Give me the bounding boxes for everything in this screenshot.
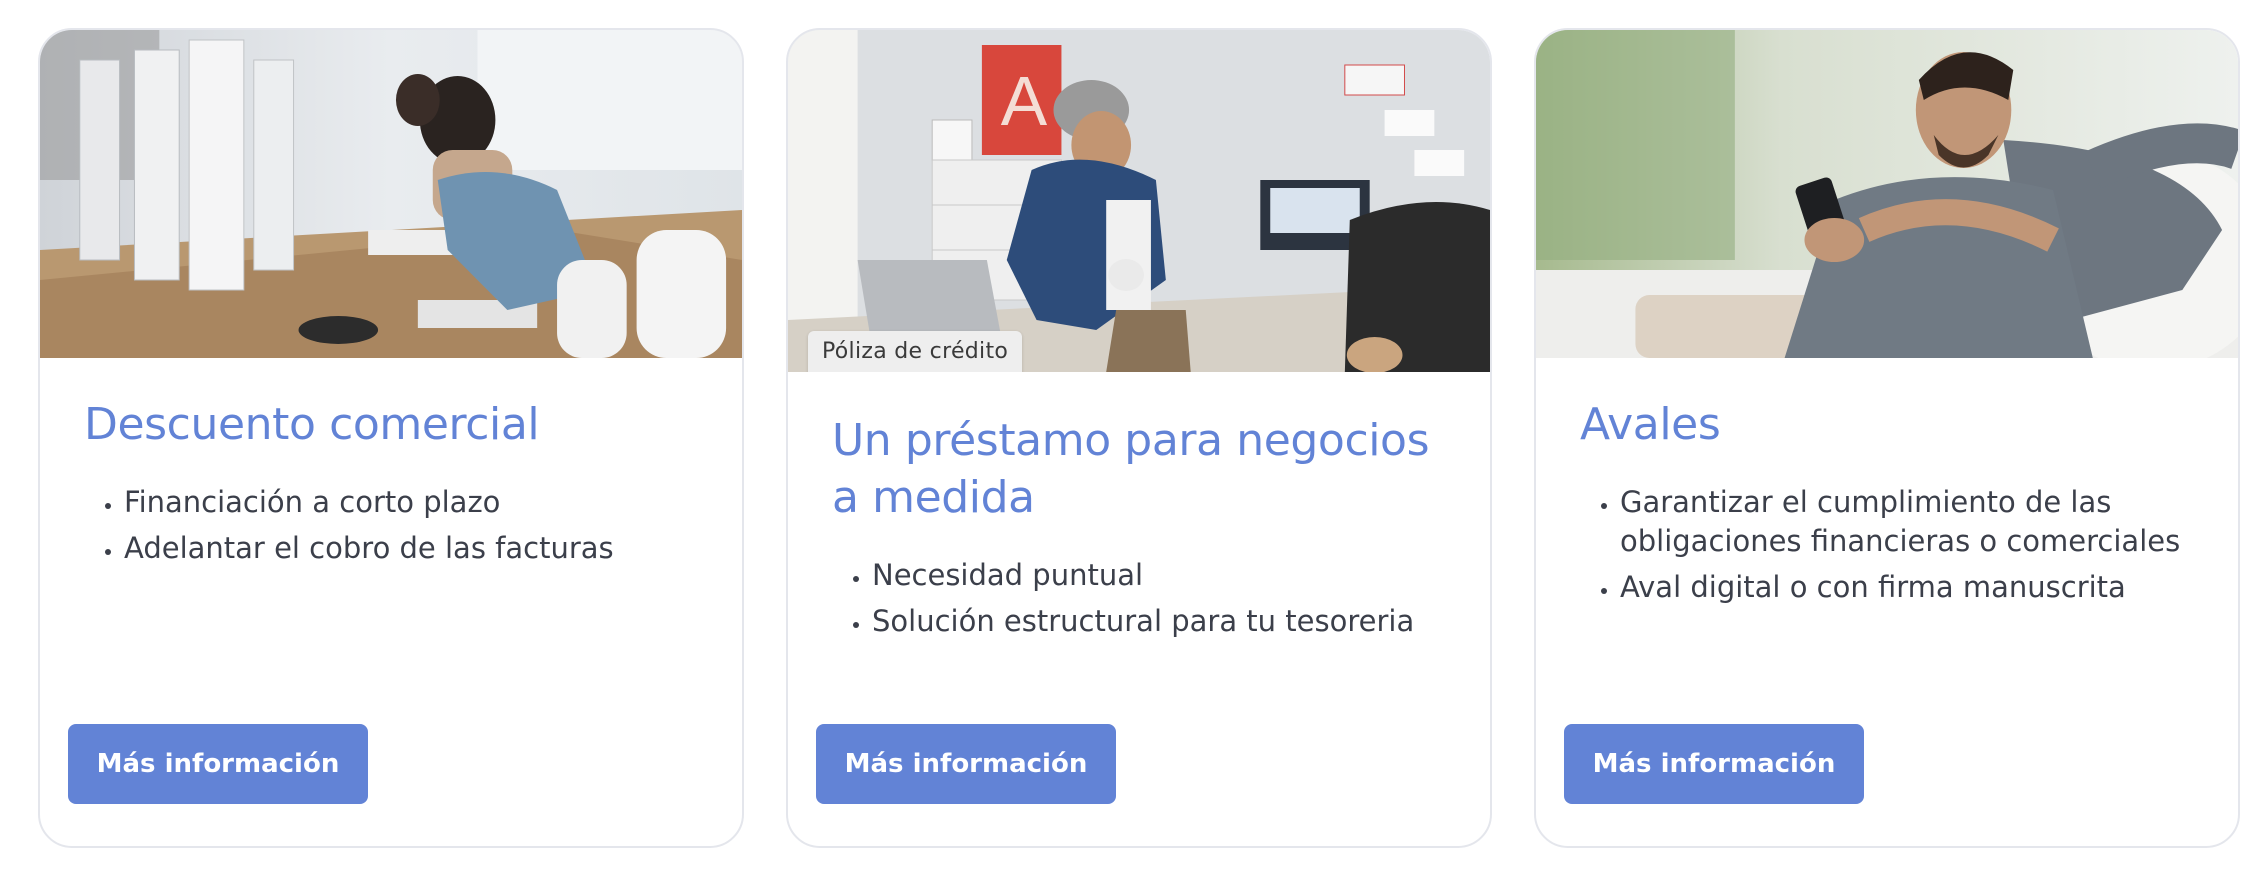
more-info-button[interactable]: Más información — [1564, 724, 1864, 804]
list-item: Garantizar el cumplimiento de las obliga… — [1620, 483, 2194, 561]
card-image-office — [40, 30, 742, 358]
card-image-studio: A Póliza de crédito — [788, 30, 1490, 372]
product-cards: Descuento comercial Financiación a corto… — [0, 0, 2264, 880]
card-title: Descuento comercial — [84, 399, 540, 450]
list-item: Financiación a corto plazo — [124, 483, 698, 522]
more-info-button[interactable]: Más información — [68, 724, 368, 804]
svg-text:A: A — [1001, 62, 1048, 140]
card-title: Un préstamo para negocios a medida — [832, 415, 1430, 523]
category-tag: Póliza de crédito — [808, 331, 1023, 372]
list-item: Solución estructural para tu tesoreria — [872, 602, 1446, 641]
list-item: Necesidad puntual — [872, 556, 1446, 595]
card-descuento-comercial: Descuento comercial Financiación a corto… — [38, 28, 744, 848]
list-item: Aval digital o con firma manuscrita — [1620, 568, 2194, 607]
list-item: Adelantar el cobro de las facturas — [124, 529, 698, 568]
feature-list: Garantizar el cumplimiento de las obliga… — [1580, 483, 2194, 607]
card-title: Avales — [1580, 399, 1721, 450]
more-info-button[interactable]: Más información — [816, 724, 1116, 804]
card-prestamo-negocios: A Póliza de crédito Un préstamo para neg… — [786, 28, 1492, 848]
feature-list: Financiación a corto plazo Adelantar el … — [84, 483, 698, 568]
card-avales: Avales Garantizar el cumplimiento de las… — [1534, 28, 2240, 848]
card-image-sofa — [1536, 30, 2238, 358]
feature-list: Necesidad puntual Solución estructural p… — [832, 556, 1446, 641]
